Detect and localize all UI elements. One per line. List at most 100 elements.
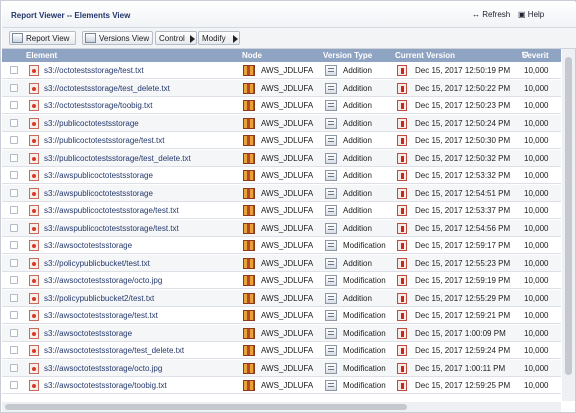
row-checkbox[interactable] <box>10 136 18 144</box>
element-link[interactable]: s3://awspublicoctotestsstorage <box>44 185 153 202</box>
row-checkbox[interactable] <box>10 118 18 127</box>
table-row[interactable]: s3://awsoctotestsstorage/test.txt AWS_JDL… <box>2 307 561 324</box>
file-alert-icon <box>29 205 39 216</box>
element-link[interactable]: s3://awsoctotestsstorage <box>44 325 132 342</box>
horizontal-scrollbar[interactable] <box>2 402 561 412</box>
severity-value: 10,000 <box>524 363 549 373</box>
row-checkbox[interactable] <box>10 241 18 249</box>
node-server-icon <box>243 345 255 356</box>
row-checkbox[interactable] <box>10 346 18 354</box>
vertical-scroll-thumb[interactable] <box>565 57 572 375</box>
modify-menu[interactable]: Modify <box>198 31 240 45</box>
row-checkbox[interactable] <box>10 276 18 284</box>
row-checkbox[interactable] <box>10 171 18 179</box>
element-link[interactable]: s3://awspublicoctotestsstorage <box>44 167 153 184</box>
node-server-icon <box>243 135 255 146</box>
severity-value: 10,000 <box>524 171 549 180</box>
control-menu[interactable]: Control <box>155 31 197 45</box>
table-row[interactable]: s3://publicoctotestsstorage/test_delete.… <box>2 149 561 167</box>
element-link[interactable]: s3://awsoctotestsstorage/octo.jpg <box>44 272 162 289</box>
element-link[interactable]: s3://octotestsstorage/toobig.txt <box>44 97 153 114</box>
row-checkbox[interactable] <box>10 206 18 214</box>
version-alert-icon <box>397 170 407 181</box>
element-link[interactable]: s3://publicoctotestsstorage/test_delete.… <box>44 150 191 167</box>
table-row[interactable]: s3://awsoctotestsstorage/toobig.txt AWS_J… <box>2 377 561 394</box>
table-row[interactable]: s3://awsoctotestsstorage AWS_JDLUFA Modifi… <box>2 237 561 254</box>
element-link[interactable]: s3://publicoctotestsstorage <box>44 115 139 132</box>
node-name: AWS_JDLUFA <box>261 171 314 180</box>
help-button[interactable]: ▣ Help <box>518 10 544 19</box>
row-checkbox[interactable] <box>10 363 18 372</box>
row-checkbox[interactable] <box>10 293 18 302</box>
version-alert-icon <box>397 345 407 356</box>
file-alert-icon <box>29 257 39 269</box>
column-header-node[interactable]: Node <box>242 49 262 62</box>
node-name: AWS_JDLUFA <box>261 241 314 250</box>
row-checkbox[interactable] <box>10 381 18 389</box>
version-alert-icon <box>397 187 407 199</box>
horizontal-scroll-thumb[interactable] <box>5 404 407 410</box>
file-alert-icon <box>29 100 39 111</box>
row-checkbox[interactable] <box>10 328 18 337</box>
table-row[interactable]: s3://awspublicoctotestsstorage AWS_JDLUFA… <box>2 167 561 184</box>
version-alert-icon <box>397 327 407 339</box>
row-checkbox[interactable] <box>10 101 18 109</box>
table-row[interactable]: s3://awsoctotestsstorage/test_delete.txt… <box>2 342 561 359</box>
version-alert-icon <box>397 222 407 234</box>
table-row[interactable]: s3://awsoctotestsstorage AWS_JDLUFA Modifi… <box>2 324 561 342</box>
column-header-version-type[interactable]: Version Type <box>323 49 372 62</box>
table-row[interactable]: s3://publicoctotestsstorage/test.txt AWS_… <box>2 132 561 149</box>
row-checkbox[interactable] <box>10 153 18 162</box>
severity-value: 10,000 <box>524 311 549 320</box>
row-checkbox[interactable] <box>10 311 18 319</box>
element-link[interactable]: s3://octotestsstorage/test_delete.txt <box>44 80 170 97</box>
current-version: Dec 15, 2017 1:00:09 PM <box>415 328 506 338</box>
column-header-current-version[interactable]: Current Version <box>395 49 455 62</box>
severity-value: 10,000 <box>524 293 549 303</box>
table-row[interactable]: s3://awspublicoctotestsstorage/test.txt A… <box>2 202 561 219</box>
element-link[interactable]: s3://awsoctotestsstorage/toobig.txt <box>44 377 167 394</box>
version-type: Addition <box>343 83 372 93</box>
row-checkbox[interactable] <box>10 258 18 267</box>
row-checkbox[interactable] <box>10 83 18 92</box>
element-link[interactable]: s3://awsoctotestsstorage/octo.jpg <box>44 360 162 377</box>
document-change-icon <box>325 100 337 111</box>
help-label: Help <box>527 10 545 19</box>
node-server-icon <box>243 257 255 269</box>
element-link[interactable]: s3://octotestsstorage/test.txt <box>44 62 144 79</box>
report-view-button[interactable]: Report View <box>9 31 76 45</box>
table-row[interactable]: s3://awsoctotestsstorage/octo.jpg AWS_JDL… <box>2 359 561 377</box>
row-checkbox[interactable] <box>10 66 18 74</box>
version-type: Addition <box>343 223 372 233</box>
table-row[interactable]: s3://octotestsstorage/test.txt AWS_JDLUFA… <box>2 62 561 79</box>
table-row[interactable]: s3://octotestsstorage/test_delete.txt AWS… <box>2 79 561 97</box>
vertical-scrollbar[interactable] <box>562 49 575 401</box>
element-link[interactable]: s3://awsoctotestsstorage/test_delete.txt <box>44 342 184 359</box>
element-link[interactable]: s3://policypublicbucket/test.txt <box>44 255 150 272</box>
current-version: Dec 15, 2017 12:50:22 PM <box>415 83 511 93</box>
node-server-icon <box>243 240 255 251</box>
column-header-element[interactable]: Element <box>26 49 57 62</box>
row-checkbox[interactable] <box>10 188 18 197</box>
control-label: Control <box>159 34 185 43</box>
element-link[interactable]: s3://policypublicbucket2/test.txt <box>44 290 154 307</box>
table-row[interactable]: s3://octotestsstorage/toobig.txt AWS_JDLU… <box>2 97 561 114</box>
table-row[interactable]: s3://awsoctotestsstorage/octo.jpg AWS_JDL… <box>2 272 561 289</box>
element-link[interactable]: s3://awsoctotestsstorage/test.txt <box>44 307 158 324</box>
current-version: Dec 15, 2017 12:55:29 PM <box>415 293 511 303</box>
table-row[interactable]: s3://awspublicoctotestsstorage/test.txt A… <box>2 219 561 237</box>
table-row[interactable]: s3://policypublicbucket/test.txt AWS_JDLU… <box>2 254 561 272</box>
current-version: Dec 15, 2017 12:53:37 PM <box>415 206 511 215</box>
row-checkbox[interactable] <box>10 223 18 232</box>
document-change-icon <box>325 187 337 199</box>
table-row[interactable]: s3://publicoctotestsstorage AWS_JDLUFA Add… <box>2 114 561 132</box>
refresh-button[interactable]: ↔ Refresh <box>472 10 510 19</box>
table-row[interactable]: s3://awspublicoctotestsstorage AWS_JDLUFA… <box>2 184 561 202</box>
element-link[interactable]: s3://awspublicoctotestsstorage/test.txt <box>44 220 179 237</box>
node-server-icon <box>243 327 255 339</box>
element-link[interactable]: s3://publicoctotestsstorage/test.txt <box>44 132 165 149</box>
table-row[interactable]: s3://policypublicbucket2/test.txt AWS_JDL… <box>2 289 561 307</box>
element-link[interactable]: s3://awspublicoctotestsstorage/test.txt <box>44 202 179 219</box>
element-link[interactable]: s3://awsoctotestsstorage <box>44 237 132 254</box>
versions-view-button[interactable]: Versions View <box>82 31 153 45</box>
